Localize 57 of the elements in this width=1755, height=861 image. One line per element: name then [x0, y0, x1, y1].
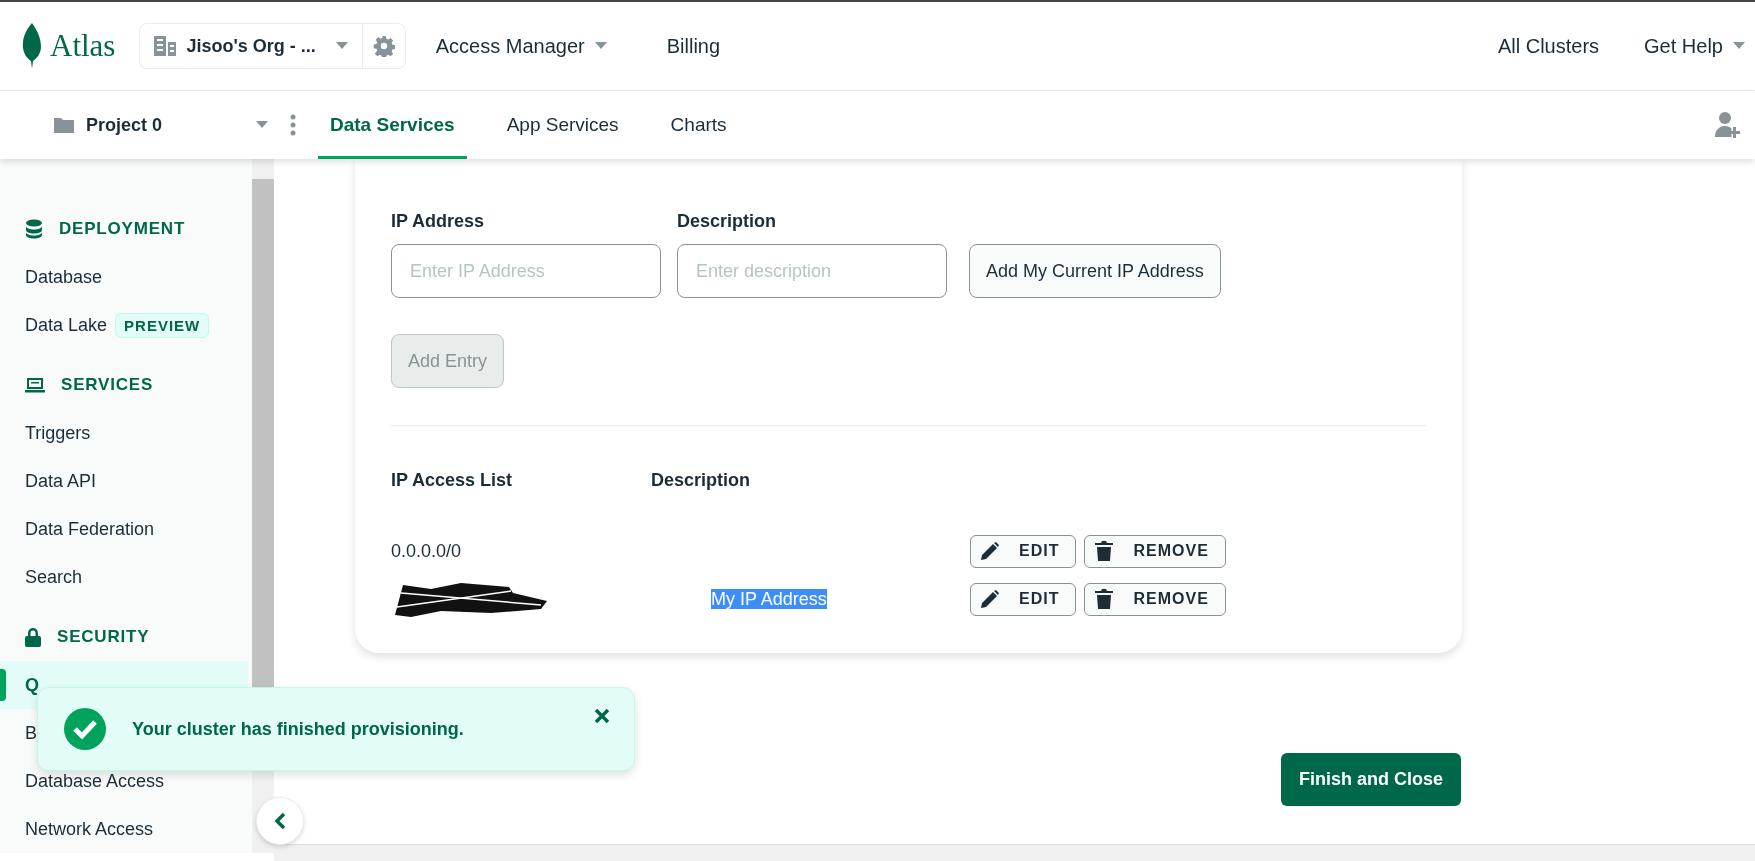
- pencil-icon: [981, 590, 999, 608]
- ip-cell: 0.0.0.0/0: [391, 540, 462, 562]
- column-header: Description: [651, 470, 751, 491]
- scrollbar[interactable]: [274, 844, 1755, 861]
- close-icon[interactable]: [594, 708, 610, 724]
- remove-button[interactable]: REMOVE: [1084, 534, 1226, 568]
- sidebar-item[interactable]: Data Federation: [0, 505, 248, 553]
- settings-icon[interactable]: [372, 35, 395, 57]
- edit-button[interactable]: EDIT: [970, 534, 1077, 568]
- add-user-icon[interactable]: [1715, 111, 1741, 139]
- tab[interactable]: Data Services: [318, 91, 467, 159]
- caret-icon: [1733, 42, 1745, 50]
- ip-address-field[interactable]: Enter IP Address: [391, 244, 661, 298]
- logo-text: Atlas: [50, 28, 116, 64]
- tab[interactable]: Charts: [658, 91, 739, 159]
- finish-and-close-button[interactable]: Finish and Close: [1281, 753, 1462, 806]
- remove-button[interactable]: REMOVE: [1084, 582, 1226, 616]
- section-title: DEPLOYMENT: [59, 219, 186, 239]
- pencil-icon: [981, 542, 999, 560]
- section-title: SERVICES: [61, 375, 154, 395]
- tab[interactable]: App Services: [494, 91, 631, 159]
- add-current-ip-button[interactable]: Add My Current IP Address: [969, 244, 1221, 298]
- preview-badge: PREVIEW: [115, 312, 210, 338]
- sidebar-item[interactable]: Data API: [0, 457, 248, 505]
- sidebar-item[interactable]: Database: [0, 253, 248, 301]
- description-field[interactable]: Enter description: [677, 244, 947, 298]
- field-label: Description: [677, 211, 778, 232]
- laptop-icon: [25, 377, 45, 393]
- nav-link[interactable]: Billing: [666, 34, 721, 58]
- sidebar-item[interactable]: Network Access: [0, 805, 248, 853]
- edit-button[interactable]: EDIT: [970, 582, 1077, 616]
- nav-link[interactable]: Get Help: [1644, 34, 1745, 58]
- nav-link[interactable]: All Clusters: [1497, 34, 1600, 58]
- folder-icon: [54, 117, 74, 133]
- toast-message: Your cluster has finished provisioning.: [132, 718, 465, 740]
- more-icon[interactable]: [290, 114, 296, 136]
- nav-link[interactable]: Access Manager: [435, 34, 607, 58]
- field-label: IP Address: [391, 211, 486, 232]
- org-selector[interactable]: Jisoo's Org - ...: [139, 23, 406, 69]
- caret-icon: [594, 42, 607, 50]
- chevron-left-icon: [274, 812, 286, 830]
- caret-icon: [335, 42, 348, 50]
- caret-icon: [256, 121, 268, 129]
- sidebar-item[interactable]: Data Lake PREVIEW: [0, 301, 248, 349]
- database-icon: [25, 219, 43, 239]
- org-name: Jisoo's Org - ...: [186, 35, 316, 57]
- building-icon: [154, 36, 177, 56]
- trash-icon: [1095, 541, 1114, 561]
- section-title: SECURITY: [57, 627, 150, 647]
- trash-icon: [1095, 589, 1114, 609]
- description-cell: My IP Address: [711, 588, 827, 609]
- sidebar-item[interactable]: Triggers: [0, 409, 248, 457]
- project-selector[interactable]: Project 0: [0, 114, 268, 136]
- lock-icon: [25, 627, 41, 647]
- sidebar-item[interactable]: Search: [0, 553, 248, 601]
- check-circle-icon: [64, 708, 106, 750]
- column-header: IP Access List: [391, 470, 514, 491]
